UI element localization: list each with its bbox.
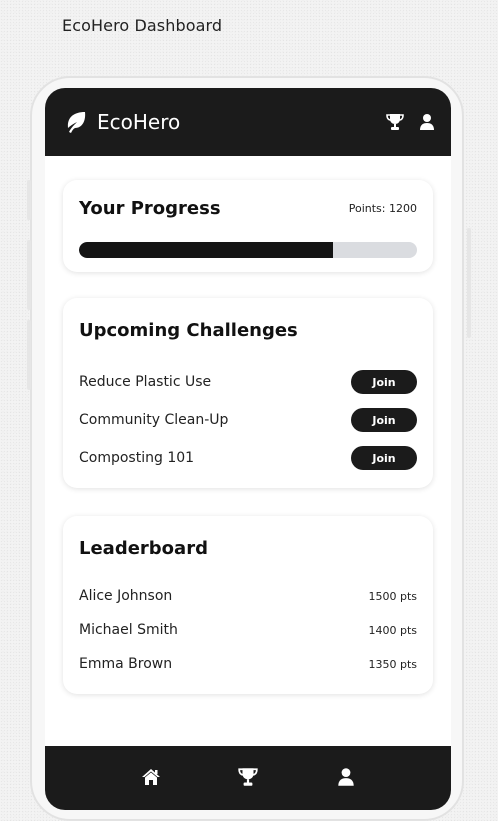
side-button-left-1	[27, 180, 31, 220]
bottom-nav	[45, 746, 451, 810]
join-button-reduce-plastic[interactable]: Join	[351, 370, 417, 394]
challenge-name: Composting 101	[79, 450, 195, 466]
home-icon[interactable]	[140, 766, 162, 788]
page-title: EcoHero Dashboard	[62, 16, 223, 35]
challenges-title: Upcoming Challenges	[79, 320, 298, 341]
app-header: EcoHero	[45, 88, 451, 156]
progress-fill	[79, 242, 333, 258]
trophy-icon[interactable]	[237, 766, 259, 788]
leaderboard-title: Leaderboard	[79, 538, 208, 559]
leader-points: 1350 pts	[368, 658, 417, 671]
progress-card: Your Progress Points: 1200	[63, 180, 433, 272]
challenge-row: Composting 101 Join	[79, 446, 417, 472]
user-icon[interactable]	[417, 112, 437, 132]
progress-bar	[79, 242, 417, 258]
leader-points: 1500 pts	[368, 590, 417, 603]
challenge-name: Community Clean-Up	[79, 412, 229, 428]
app-screen: EcoHero Your Progress Points: 1200 Upcom…	[45, 88, 451, 810]
leaf-icon	[63, 109, 89, 135]
brand-name: EcoHero	[97, 110, 181, 134]
trophy-icon[interactable]	[385, 112, 405, 132]
side-button-left-3	[27, 320, 31, 390]
leaderboard-card: Leaderboard Alice Johnson 1500 pts Micha…	[63, 516, 433, 694]
challenge-row: Reduce Plastic Use Join	[79, 370, 417, 396]
header-icons	[373, 112, 437, 132]
points-label: Points: 1200	[348, 202, 417, 215]
challenges-card: Upcoming Challenges Reduce Plastic Use J…	[63, 298, 433, 488]
user-icon[interactable]	[335, 766, 357, 788]
leader-name: Michael Smith	[79, 622, 178, 638]
leaderboard-row: Michael Smith 1400 pts	[79, 620, 417, 642]
leader-name: Emma Brown	[79, 656, 173, 672]
leader-name: Alice Johnson	[79, 588, 173, 604]
join-button-composting[interactable]: Join	[351, 446, 417, 470]
side-button-left-2	[27, 240, 31, 310]
leaderboard-row: Alice Johnson 1500 pts	[79, 586, 417, 608]
challenge-name: Reduce Plastic Use	[79, 374, 212, 390]
leader-points: 1400 pts	[368, 624, 417, 637]
side-button-right	[467, 228, 471, 338]
join-button-community-cleanup[interactable]: Join	[351, 408, 417, 432]
challenge-row: Community Clean-Up Join	[79, 408, 417, 434]
brand[interactable]: EcoHero	[63, 108, 180, 136]
progress-title: Your Progress	[79, 198, 221, 219]
leaderboard-row: Emma Brown 1350 pts	[79, 654, 417, 676]
